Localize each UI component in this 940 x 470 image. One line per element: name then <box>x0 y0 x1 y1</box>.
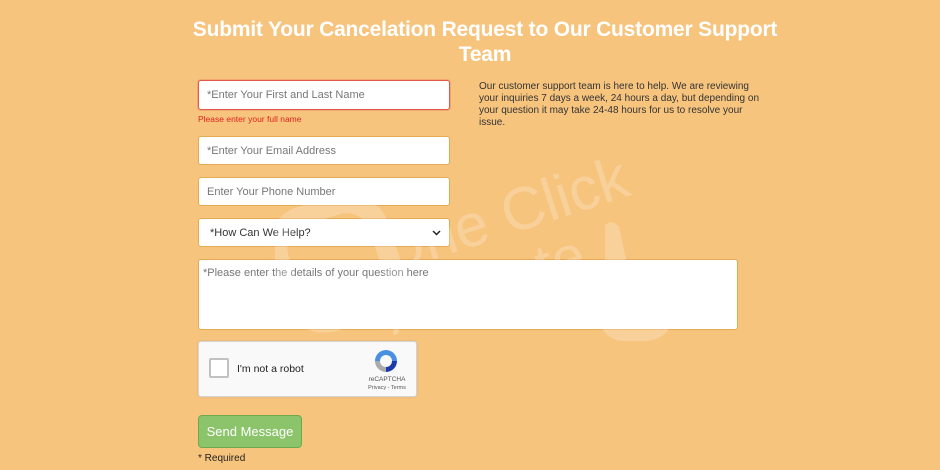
email-placeholder: *Enter Your Email Address <box>207 144 337 157</box>
recaptcha-widget: I'm not a robot reCAPTCHA Privacy - Term… <box>198 341 417 397</box>
recaptcha-logo-icon <box>375 350 397 372</box>
name-error-message: Please enter your full name <box>198 114 302 124</box>
details-placeholder: *Please enter the details of your questi… <box>203 267 429 279</box>
help-select-value: *How Can We Help? <box>210 226 311 239</box>
phone-field[interactable]: Enter Your Phone Number <box>198 177 450 206</box>
recaptcha-links[interactable]: Privacy - Terms <box>357 385 417 391</box>
chevron-down-icon <box>432 229 441 236</box>
support-info-text: Our customer support team is here to hel… <box>479 81 759 128</box>
name-field[interactable]: *Enter Your First and Last Name <box>198 80 450 110</box>
send-message-button[interactable]: Send Message <box>198 415 302 448</box>
recaptcha-label: I'm not a robot <box>237 363 304 375</box>
required-note: * Required <box>198 453 246 464</box>
page-title: Submit Your Cancelation Request to Our C… <box>192 18 778 66</box>
phone-placeholder: Enter Your Phone Number <box>207 185 336 198</box>
recaptcha-brand: reCAPTCHA <box>368 376 406 383</box>
help-select[interactable]: *How Can We Help? <box>198 218 450 247</box>
details-textarea[interactable]: *Please enter the details of your questi… <box>198 259 738 330</box>
recaptcha-checkbox[interactable] <box>209 358 229 378</box>
email-field[interactable]: *Enter Your Email Address <box>198 136 450 165</box>
name-placeholder: *Enter Your First and Last Name <box>207 89 365 101</box>
